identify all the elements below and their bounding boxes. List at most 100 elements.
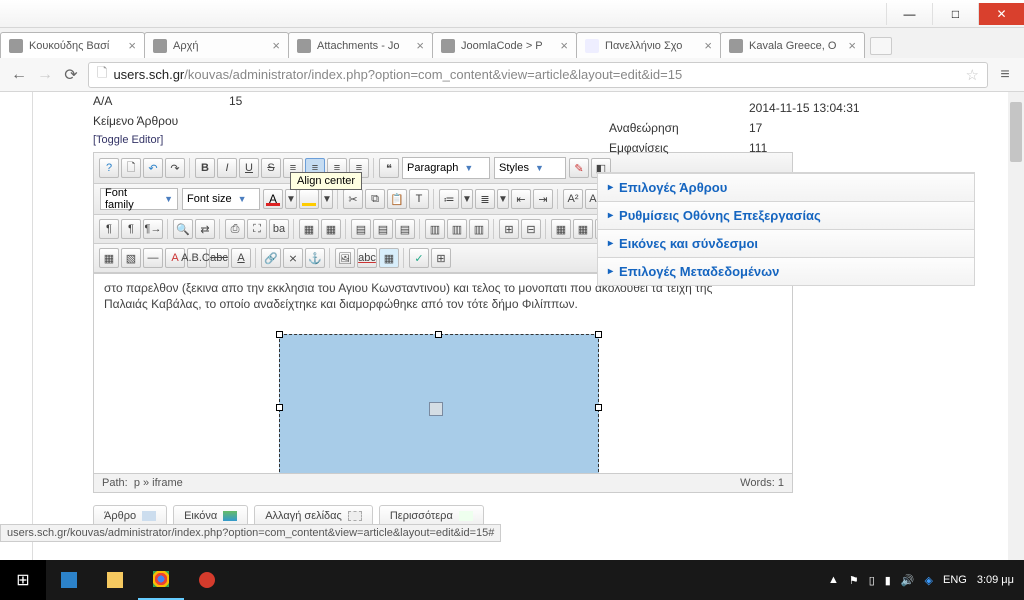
visualchars-icon[interactable]: ▦ xyxy=(99,248,119,268)
help-icon[interactable]: ? xyxy=(99,158,119,178)
task-ie[interactable] xyxy=(46,560,92,600)
browser-tab[interactable]: Kavala Greece, O× xyxy=(720,32,865,58)
textcolor-dd[interactable]: ▼ xyxy=(285,189,297,209)
tab-close-icon[interactable]: × xyxy=(560,38,568,53)
code-icon[interactable]: ✓ xyxy=(409,248,429,268)
task-chrome[interactable] xyxy=(138,560,184,600)
outdent-icon[interactable]: ⇤ xyxy=(511,189,531,209)
window-close-button[interactable]: ✕ xyxy=(978,3,1024,25)
pastetext-icon[interactable]: T xyxy=(409,189,429,209)
start-button[interactable]: ⊞ xyxy=(0,560,46,600)
acc-screen-settings[interactable]: Ρυθμίσεις Οθόνης Επεξεργασίας xyxy=(598,201,974,229)
wifi-icon[interactable]: ▮ xyxy=(885,574,891,587)
unlink-icon[interactable]: ⨯ xyxy=(283,248,303,268)
cut-icon[interactable]: ✂ xyxy=(343,189,363,209)
preview-icon[interactable]: ba xyxy=(269,219,289,239)
resize-handle[interactable] xyxy=(595,404,602,411)
paste-icon[interactable]: 📋 xyxy=(387,189,407,209)
dir-icon[interactable]: ¶→ xyxy=(143,219,163,239)
browser-tab[interactable]: JoomlaCode > P× xyxy=(432,32,577,58)
bold-button[interactable]: B xyxy=(195,158,215,178)
resize-handle[interactable] xyxy=(276,404,283,411)
merge-icon[interactable]: ⊞ xyxy=(499,219,519,239)
cellprops-icon[interactable]: ▦ xyxy=(551,219,571,239)
print-icon[interactable]: ⎙ xyxy=(225,219,245,239)
acc-metadata[interactable]: Επιλογές Μεταδεδομένων xyxy=(598,257,974,285)
tab-close-icon[interactable]: × xyxy=(416,38,424,53)
strike-button[interactable]: S xyxy=(261,158,281,178)
tab-close-icon[interactable]: × xyxy=(272,38,280,53)
find-icon[interactable]: 🔍 xyxy=(173,219,193,239)
tab-close-icon[interactable]: × xyxy=(704,38,712,53)
coldel-icon[interactable]: ▥ xyxy=(469,219,489,239)
t2-icon[interactable]: ▦ xyxy=(321,219,341,239)
numlist-dd[interactable]: ▼ xyxy=(497,189,509,209)
copy-icon[interactable]: ⧉ xyxy=(365,189,385,209)
fontfamily-select[interactable]: Font family▼ xyxy=(100,188,178,210)
shield-icon[interactable]: ◈ xyxy=(925,574,933,587)
back-button[interactable]: ← xyxy=(6,62,32,88)
flag-icon[interactable]: ⚑ xyxy=(849,574,859,587)
redo-icon[interactable]: ↷ xyxy=(165,158,185,178)
power-icon[interactable]: ▯ xyxy=(869,574,875,587)
resize-handle[interactable] xyxy=(595,331,602,338)
resize-handle[interactable] xyxy=(435,331,442,338)
menu-button[interactable]: ≡ xyxy=(992,62,1018,88)
window-minimize-button[interactable]: — xyxy=(886,3,932,25)
fontsize-select[interactable]: Font size▼ xyxy=(182,188,260,210)
tab-close-icon[interactable]: × xyxy=(128,38,136,53)
selected-iframe[interactable] xyxy=(279,334,599,473)
bgcolor-button[interactable] xyxy=(299,189,319,209)
italic-button[interactable]: I xyxy=(217,158,237,178)
browser-tab[interactable]: Κουκούδης Βασί× xyxy=(0,32,145,58)
image-icon[interactable]: 🖼 xyxy=(335,248,355,268)
cleanup-icon[interactable]: ✎ xyxy=(569,158,589,178)
abbr-icon[interactable]: A.B.C. xyxy=(187,248,207,268)
spell-icon[interactable]: abc xyxy=(357,248,377,268)
volume-icon[interactable]: 🔊 xyxy=(901,574,915,587)
superscript-icon[interactable]: A² xyxy=(563,189,583,209)
clock[interactable]: 3:09 μμ xyxy=(977,574,1014,586)
del-icon[interactable]: abc xyxy=(209,248,229,268)
rowbefore-icon[interactable]: ▤ xyxy=(351,219,371,239)
rtl-icon[interactable]: ¶ xyxy=(121,219,141,239)
rowdel-icon[interactable]: ▤ xyxy=(395,219,415,239)
underline-button[interactable]: U xyxy=(239,158,259,178)
toggle-editor-link[interactable]: [Toggle Editor] xyxy=(93,134,569,146)
browser-tab[interactable]: Πανελλήνιο Σχο× xyxy=(576,32,721,58)
split-icon[interactable]: ⊟ xyxy=(521,219,541,239)
bullets-icon[interactable]: ≔ xyxy=(439,189,459,209)
rowafter-icon[interactable]: ▤ xyxy=(373,219,393,239)
task-explorer[interactable] xyxy=(92,560,138,600)
tray-up-icon[interactable]: ▲ xyxy=(828,574,839,586)
nbsp-icon[interactable]: — xyxy=(143,248,163,268)
colbefore-icon[interactable]: ▥ xyxy=(425,219,445,239)
replace-icon[interactable]: ⇄ xyxy=(195,219,215,239)
source-icon[interactable]: ⊞ xyxy=(431,248,451,268)
editor-canvas[interactable]: στο παρελθον (ξεκινα απο την εκκλησια το… xyxy=(94,273,792,473)
bgcolor-dd[interactable]: ▼ xyxy=(321,189,333,209)
task-opera[interactable] xyxy=(184,560,230,600)
colafter-icon[interactable]: ▥ xyxy=(447,219,467,239)
table-button[interactable]: ▦ xyxy=(299,219,319,239)
ins-icon[interactable]: A xyxy=(231,248,251,268)
bullets-dd[interactable]: ▼ xyxy=(461,189,473,209)
styles-select[interactable]: Styles▼ xyxy=(494,157,566,179)
paragraph-select[interactable]: Paragraph▼ xyxy=(402,157,490,179)
visualblocks-icon[interactable]: ▧ xyxy=(121,248,141,268)
media-icon[interactable]: ▦ xyxy=(379,248,399,268)
page-scrollbar[interactable] xyxy=(1008,92,1024,580)
lang-indicator[interactable]: ENG xyxy=(943,574,967,586)
resize-handle[interactable] xyxy=(276,331,283,338)
anchor-icon[interactable]: ⚓ xyxy=(305,248,325,268)
browser-tab[interactable]: Αρχή× xyxy=(144,32,289,58)
fullscreen-icon[interactable]: ⛶ xyxy=(247,219,267,239)
newdoc-icon[interactable]: 🗋 xyxy=(121,158,141,178)
address-bar[interactable]: 🗋 users.sch.gr/kouvas/administrator/inde… xyxy=(88,62,988,88)
link-icon[interactable]: 🔗 xyxy=(261,248,281,268)
tab-close-icon[interactable]: × xyxy=(848,38,856,53)
new-tab-button[interactable] xyxy=(870,37,892,55)
numlist-icon[interactable]: ≣ xyxy=(475,189,495,209)
bookmark-star-icon[interactable]: ☆ xyxy=(966,66,979,84)
ltr-icon[interactable]: ¶ xyxy=(99,219,119,239)
